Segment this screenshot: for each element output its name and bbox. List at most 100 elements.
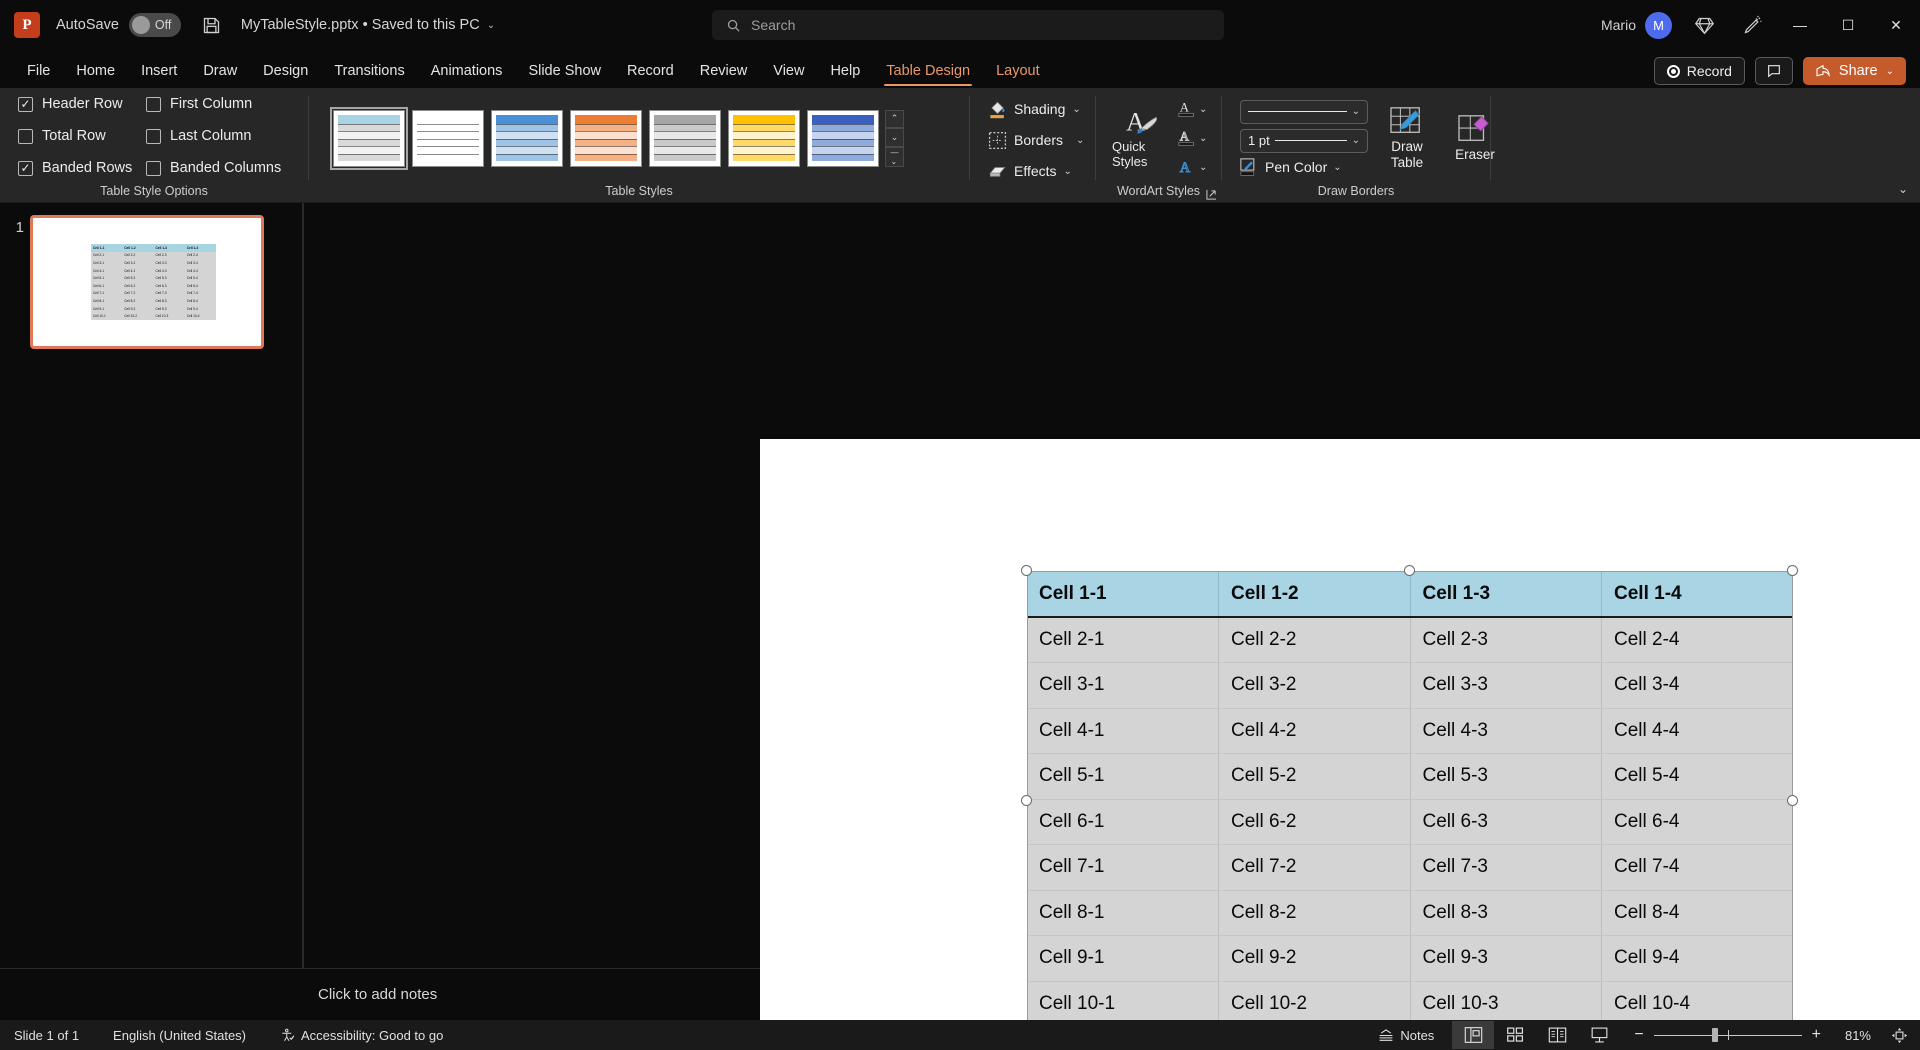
tab-animations[interactable]: Animations bbox=[418, 54, 516, 88]
table-cell[interactable]: Cell 4-3 bbox=[1410, 708, 1602, 754]
zoom-slider[interactable] bbox=[1654, 1028, 1802, 1042]
text-effects-button[interactable]: A ⌄ bbox=[1178, 154, 1207, 180]
line-style-chevron-down-icon[interactable]: ⌄ bbox=[1352, 106, 1360, 117]
tab-slide-show[interactable]: Slide Show bbox=[515, 54, 614, 88]
comments-button[interactable] bbox=[1755, 57, 1793, 85]
account-button[interactable]: Mario M bbox=[1601, 12, 1672, 39]
table-cell[interactable]: Cell 9-1 bbox=[1027, 936, 1219, 982]
table-style-gold-accent-style[interactable] bbox=[728, 110, 800, 167]
table-cell[interactable]: Cell 8-3 bbox=[1410, 890, 1602, 936]
line-style-dropdown[interactable]: ⌄ bbox=[1240, 100, 1368, 124]
table-cell[interactable]: Cell 3-1 bbox=[1027, 663, 1219, 709]
table-row[interactable]: Cell 6-1Cell 6-2Cell 6-3Cell 6-4 bbox=[1027, 799, 1793, 845]
checkbox-last-column[interactable]: Last Column bbox=[146, 120, 296, 152]
table-cell[interactable]: Cell 8-2 bbox=[1219, 890, 1411, 936]
table-style-blue-accent-style[interactable] bbox=[491, 110, 563, 167]
table-cell[interactable]: Cell 9-2 bbox=[1219, 936, 1411, 982]
text-outline-button[interactable]: A ⌄ bbox=[1178, 125, 1207, 151]
slide-thumbnail[interactable]: Cell 1-1Cell 1-2Cell 1-3Cell 1-4Cell 2-1… bbox=[30, 215, 264, 349]
draw-table-button[interactable]: Draw Table bbox=[1378, 105, 1436, 170]
shading-chevron-down-icon[interactable]: ⌄ bbox=[1072, 104, 1080, 115]
pen-color-button[interactable]: Pen Color ⌄ bbox=[1240, 158, 1368, 177]
tab-insert[interactable]: Insert bbox=[128, 54, 190, 88]
table-cell[interactable]: Cell 5-3 bbox=[1410, 754, 1602, 800]
share-button[interactable]: Share ⌄ bbox=[1803, 57, 1906, 85]
table-cell[interactable]: Cell 4-1 bbox=[1027, 708, 1219, 754]
share-chevron-down-icon[interactable]: ⌄ bbox=[1886, 66, 1894, 77]
table-cell[interactable]: Cell 5-4 bbox=[1602, 754, 1794, 800]
powerpoint-table[interactable]: Cell 1-1Cell 1-2Cell 1-3Cell 1-4Cell 2-1… bbox=[1027, 571, 1793, 1027]
borders-chevron-down-icon[interactable]: ⌄ bbox=[1076, 135, 1084, 146]
table-row[interactable]: Cell 4-1Cell 4-2Cell 4-3Cell 4-4 bbox=[1027, 708, 1793, 754]
table-cell[interactable]: Cell 3-4 bbox=[1602, 663, 1794, 709]
gallery-scrollbar[interactable]: ⌃ ⌄ —⌄ bbox=[885, 110, 904, 167]
table-row[interactable]: Cell 5-1Cell 5-2Cell 5-3Cell 5-4 bbox=[1027, 754, 1793, 800]
text-fill-button[interactable]: A ⌄ bbox=[1178, 96, 1207, 122]
table-header-row[interactable]: Cell 1-1Cell 1-2Cell 1-3Cell 1-4 bbox=[1027, 571, 1793, 617]
table-header-cell[interactable]: Cell 1-1 bbox=[1027, 571, 1219, 617]
tab-layout[interactable]: Layout bbox=[983, 54, 1053, 88]
search-input[interactable]: Search bbox=[712, 10, 1224, 40]
tab-file[interactable]: File bbox=[14, 54, 63, 88]
table-style-light-style-banded[interactable] bbox=[333, 110, 405, 167]
table-row[interactable]: Cell 9-1Cell 9-2Cell 9-3Cell 9-4 bbox=[1027, 936, 1793, 982]
wordart-dialog-launcher-icon[interactable] bbox=[1206, 189, 1217, 200]
table-cell[interactable]: Cell 2-3 bbox=[1410, 617, 1602, 663]
table-cell[interactable]: Cell 8-4 bbox=[1602, 890, 1794, 936]
zoom-level[interactable]: 81% bbox=[1831, 1028, 1871, 1043]
effects-button[interactable]: Effects ⌄ bbox=[988, 159, 1084, 183]
checkbox-header-row[interactable]: Header Row bbox=[18, 88, 146, 120]
maximize-button[interactable]: ☐ bbox=[1824, 0, 1872, 50]
table-row[interactable]: Cell 8-1Cell 8-2Cell 8-3Cell 8-4 bbox=[1027, 890, 1793, 936]
table-cell[interactable]: Cell 8-1 bbox=[1027, 890, 1219, 936]
table-cell[interactable]: Cell 6-2 bbox=[1219, 799, 1411, 845]
zoom-out-button[interactable]: − bbox=[1634, 1026, 1643, 1044]
table-cell[interactable]: Cell 7-4 bbox=[1602, 845, 1794, 891]
diamond-icon[interactable] bbox=[1680, 0, 1728, 50]
slide-canvas[interactable]: Cell 1-1Cell 1-2Cell 1-3Cell 1-4Cell 2-1… bbox=[304, 203, 1920, 968]
tab-transitions[interactable]: Transitions bbox=[321, 54, 417, 88]
notes-placeholder[interactable]: Click to add notes bbox=[318, 986, 437, 1003]
fit-to-window-icon[interactable] bbox=[1891, 1027, 1908, 1044]
slide-surface[interactable]: Cell 1-1Cell 1-2Cell 1-3Cell 1-4Cell 2-1… bbox=[760, 439, 1920, 1050]
resize-handle-top-left[interactable] bbox=[1021, 565, 1032, 576]
table-row[interactable]: Cell 2-1Cell 2-2Cell 2-3Cell 2-4 bbox=[1027, 617, 1793, 663]
table-cell[interactable]: Cell 7-3 bbox=[1410, 845, 1602, 891]
table-cell[interactable]: Cell 2-2 bbox=[1219, 617, 1411, 663]
checkbox-banded-rows[interactable]: Banded Rows bbox=[18, 152, 146, 184]
table-cell[interactable]: Cell 3-2 bbox=[1219, 663, 1411, 709]
table-cell[interactable]: Cell 4-2 bbox=[1219, 708, 1411, 754]
table-header-cell[interactable]: Cell 1-3 bbox=[1410, 571, 1602, 617]
collapse-ribbon-button[interactable]: ⌄ bbox=[1898, 182, 1908, 196]
reading-view-button[interactable] bbox=[1536, 1021, 1578, 1049]
effects-chevron-down-icon[interactable]: ⌄ bbox=[1064, 166, 1072, 177]
tab-home[interactable]: Home bbox=[63, 54, 128, 88]
table-cell[interactable]: Cell 9-3 bbox=[1410, 936, 1602, 982]
banded-columns-checkbox[interactable] bbox=[146, 161, 161, 176]
normal-view-button[interactable] bbox=[1452, 1021, 1494, 1049]
table-cell[interactable]: Cell 7-2 bbox=[1219, 845, 1411, 891]
table-cell[interactable]: Cell 7-1 bbox=[1027, 845, 1219, 891]
header-row-checkbox[interactable] bbox=[18, 97, 33, 112]
close-button[interactable]: ✕ bbox=[1872, 0, 1920, 50]
autosave-toggle[interactable]: Off bbox=[129, 13, 181, 37]
gallery-scroll-up-button[interactable]: ⌃ bbox=[885, 110, 904, 129]
tab-draw[interactable]: Draw bbox=[190, 54, 250, 88]
table-cell[interactable]: Cell 6-3 bbox=[1410, 799, 1602, 845]
table-cell[interactable]: Cell 6-1 bbox=[1027, 799, 1219, 845]
checkbox-banded-columns[interactable]: Banded Columns bbox=[146, 152, 296, 184]
avatar[interactable]: M bbox=[1645, 12, 1672, 39]
slide-thumbnail-pane[interactable]: 1 Cell 1-1Cell 1-2Cell 1-3Cell 1-4Cell 2… bbox=[0, 203, 302, 968]
first-column-checkbox[interactable] bbox=[146, 97, 161, 112]
table-cell[interactable]: Cell 3-3 bbox=[1410, 663, 1602, 709]
last-column-checkbox[interactable] bbox=[146, 129, 161, 144]
table-selection-container[interactable]: Cell 1-1Cell 1-2Cell 1-3Cell 1-4Cell 2-1… bbox=[1027, 571, 1793, 1030]
table-style-orange-accent-style[interactable] bbox=[570, 110, 642, 167]
table-style-gray-accent-style[interactable] bbox=[649, 110, 721, 167]
minimize-button[interactable]: — bbox=[1776, 0, 1824, 50]
document-title-area[interactable]: MyTableStyle.pptx • Saved to this PC ⌄ bbox=[241, 17, 495, 33]
quick-styles-button[interactable]: A Quick Styles bbox=[1112, 106, 1174, 170]
slide-show-view-button[interactable] bbox=[1578, 1021, 1620, 1049]
table-row[interactable]: Cell 7-1Cell 7-2Cell 7-3Cell 7-4 bbox=[1027, 845, 1793, 891]
pen-color-chevron-down-icon[interactable]: ⌄ bbox=[1333, 162, 1341, 173]
